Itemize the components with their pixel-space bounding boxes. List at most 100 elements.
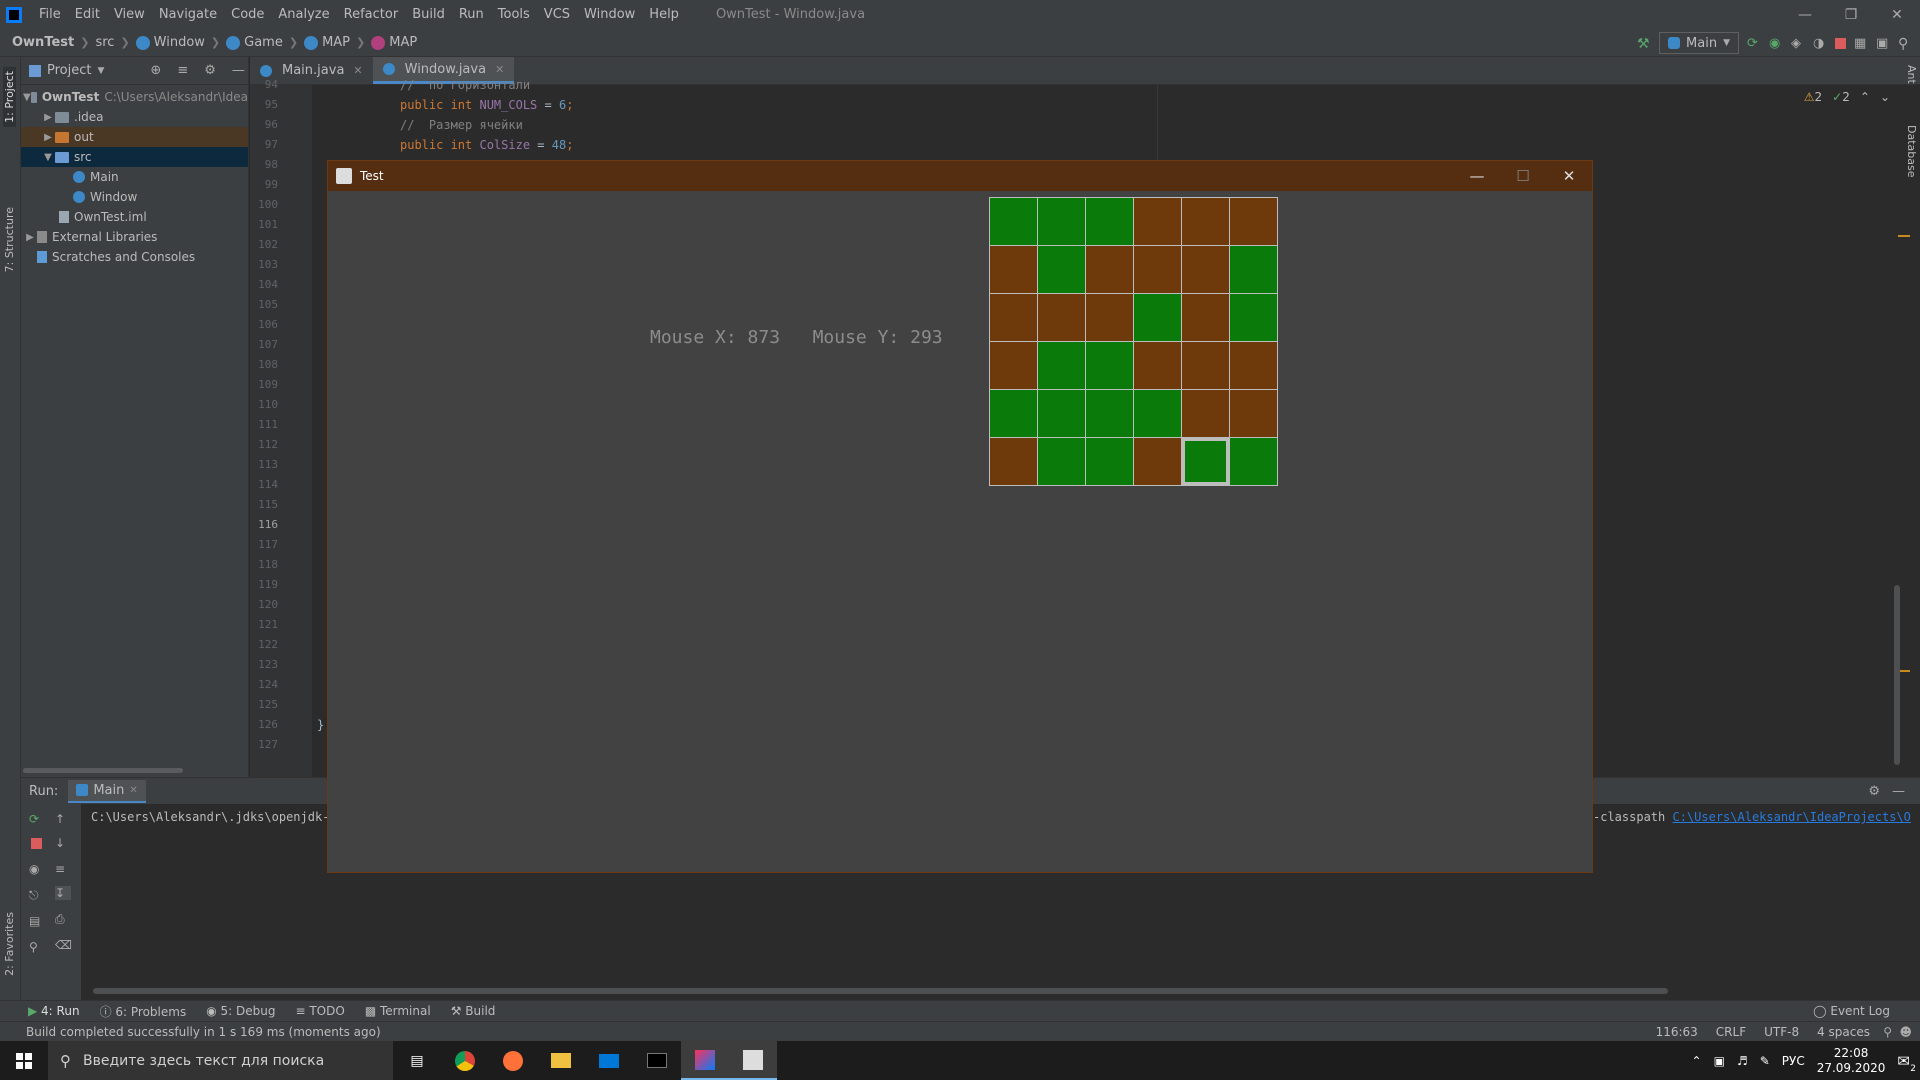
tray-expand-icon[interactable]: ⌃ (1692, 1054, 1702, 1068)
gear-icon[interactable]: ⚙ (204, 63, 216, 78)
tool-tab-todo[interactable]: ≡ TODO (295, 1004, 344, 1018)
grid-cell[interactable] (1230, 390, 1277, 437)
expand-arrow-icon[interactable]: ▼ (41, 152, 55, 163)
grid-cell[interactable] (1086, 342, 1133, 389)
explorer-app[interactable] (537, 1041, 585, 1080)
grid-cell[interactable] (1134, 198, 1181, 245)
grid-cell[interactable] (1230, 438, 1277, 485)
grid-cell[interactable] (1182, 246, 1229, 293)
rerun-icon[interactable]: ⟳ (29, 812, 45, 826)
menu-vcs[interactable]: VCS (537, 7, 577, 22)
collapse-all-icon[interactable]: ≡ (177, 63, 188, 78)
coverage-icon[interactable]: ◈ (1791, 36, 1805, 51)
grid-cell[interactable] (1134, 294, 1181, 341)
grid-cell[interactable] (1182, 294, 1229, 341)
line-separator[interactable]: CRLF (1716, 1025, 1746, 1039)
rerun-icon[interactable]: ⟳ (1747, 36, 1761, 51)
tree-item-window[interactable]: Window (21, 187, 248, 207)
close-tab-icon[interactable]: ✕ (353, 64, 362, 77)
error-stripe-marker[interactable] (1898, 235, 1910, 237)
vertical-scrollbar[interactable] (1894, 585, 1900, 765)
build-hammer-icon[interactable]: ⚒ (1637, 36, 1651, 52)
breadcrumb-window[interactable]: Window ❯ (135, 35, 226, 50)
layout-icon[interactable]: ▤ (29, 914, 45, 928)
exit-icon[interactable]: ⎋ (29, 888, 45, 902)
tool-tab-terminal[interactable]: ▩ Terminal (365, 1004, 431, 1018)
close-icon[interactable]: ✕ (1874, 0, 1920, 29)
tool-tab-favorites[interactable]: 2: Favorites (3, 912, 16, 976)
grid-cell[interactable] (1182, 438, 1229, 485)
grid-cell[interactable] (1230, 246, 1277, 293)
event-log-button[interactable]: ◯ Event Log (1813, 1004, 1890, 1018)
grid-cell[interactable] (990, 246, 1037, 293)
breadcrumb-map-method[interactable]: MAP (371, 35, 417, 50)
grid-cell[interactable] (1086, 198, 1133, 245)
tool-tab-structure[interactable]: 7: Structure (3, 207, 16, 272)
notifications-icon[interactable]: ✉ 2 (1897, 1052, 1916, 1074)
debug-icon[interactable]: ◉ (1769, 36, 1783, 51)
grid-cell[interactable] (1230, 294, 1277, 341)
breadcrumb-game[interactable]: Game ❯ (226, 35, 304, 50)
close-tab-icon[interactable]: ✕ (495, 63, 504, 76)
file-encoding[interactable]: UTF-8 (1764, 1025, 1799, 1039)
grid-cell[interactable] (1038, 198, 1085, 245)
warning-count[interactable]: ⚠2 (1804, 90, 1822, 104)
gear-icon[interactable]: ⚙ (1868, 784, 1880, 799)
print-icon[interactable]: ⎙ (55, 912, 71, 926)
tool-tab-debug[interactable]: ◉ 5: Debug (206, 1004, 275, 1018)
language-indicator[interactable]: РУС (1782, 1054, 1805, 1068)
menu-refactor[interactable]: Refactor (337, 7, 406, 22)
camera-icon[interactable]: ◉ (29, 862, 45, 876)
grid-cell[interactable] (1086, 294, 1133, 341)
menu-build[interactable]: Build (405, 7, 452, 22)
collapse-arrow-icon[interactable]: ▶ (23, 232, 37, 243)
tree-item-idea[interactable]: ▶ .idea (21, 107, 248, 127)
terminal-app[interactable] (633, 1041, 681, 1080)
caret-position[interactable]: 116:63 (1656, 1025, 1698, 1039)
grid-cell[interactable] (1086, 390, 1133, 437)
project-structure-icon[interactable]: ▦ (1854, 36, 1868, 51)
tree-item-owntest[interactable]: ▼ OwnTest C:\Users\Aleksandr\Idea (21, 87, 248, 107)
task-view-button[interactable]: ▤ (393, 1041, 441, 1080)
status-message[interactable]: Build completed successfully in 1 s 169 … (26, 1025, 381, 1039)
chrome-app[interactable] (441, 1041, 489, 1080)
tree-item-main[interactable]: Main (21, 167, 248, 187)
run-tab-main[interactable]: Main ✕ (68, 779, 146, 803)
scroll-to-end-icon[interactable]: ↧ (55, 886, 71, 900)
lock-icon[interactable]: ⚲ (1883, 1025, 1892, 1039)
app-title-bar[interactable]: Test — ☐ ✕ (328, 161, 1592, 191)
start-button[interactable] (0, 1041, 48, 1080)
grid-cell[interactable] (1182, 342, 1229, 389)
menu-view[interactable]: View (107, 7, 152, 22)
close-tab-icon[interactable]: ✕ (129, 785, 137, 796)
menu-file[interactable]: File (32, 7, 68, 22)
firefox-app[interactable] (489, 1041, 537, 1080)
horizontal-scrollbar[interactable] (23, 768, 183, 773)
breadcrumb-map-class[interactable]: MAP ❯ (304, 35, 371, 50)
grid-cell[interactable] (1182, 198, 1229, 245)
tree-item-src[interactable]: ▼ src (21, 147, 248, 167)
hide-icon[interactable]: — (232, 63, 245, 78)
network-icon[interactable]: ▣ (1714, 1054, 1725, 1068)
tool-tab-build[interactable]: ⚒ Build (451, 1004, 496, 1018)
tool-tab-database[interactable]: Database (1905, 125, 1918, 178)
grid-cell[interactable] (1038, 246, 1085, 293)
inspection-widget[interactable]: ⚠2 ✓2 ⌃ ⌄ (1804, 90, 1890, 104)
menu-tools[interactable]: Tools (491, 7, 537, 22)
search-icon[interactable]: ⚲ (1898, 36, 1912, 52)
grid-cell[interactable] (1086, 246, 1133, 293)
grid-cell[interactable] (1038, 342, 1085, 389)
minimize-icon[interactable]: — (1782, 0, 1828, 29)
layout-icon[interactable]: ▣ (1876, 36, 1890, 51)
breadcrumb-project[interactable]: OwnTest ❯ (12, 35, 95, 50)
grid-cell[interactable] (1134, 342, 1181, 389)
minimize-icon[interactable]: — (1454, 161, 1500, 191)
chevron-down-icon[interactable]: ⌄ (1880, 90, 1890, 104)
breadcrumb-src[interactable]: src ❯ (95, 35, 135, 50)
grid-cell[interactable] (990, 294, 1037, 341)
volume-icon[interactable]: ♬ (1737, 1054, 1748, 1068)
tool-tab-problems[interactable]: ⓘ 6: Problems (100, 1003, 187, 1020)
stop-icon[interactable] (1835, 37, 1846, 49)
arrow-up-icon[interactable]: ↑ (55, 812, 71, 826)
grid-cell[interactable] (1230, 198, 1277, 245)
